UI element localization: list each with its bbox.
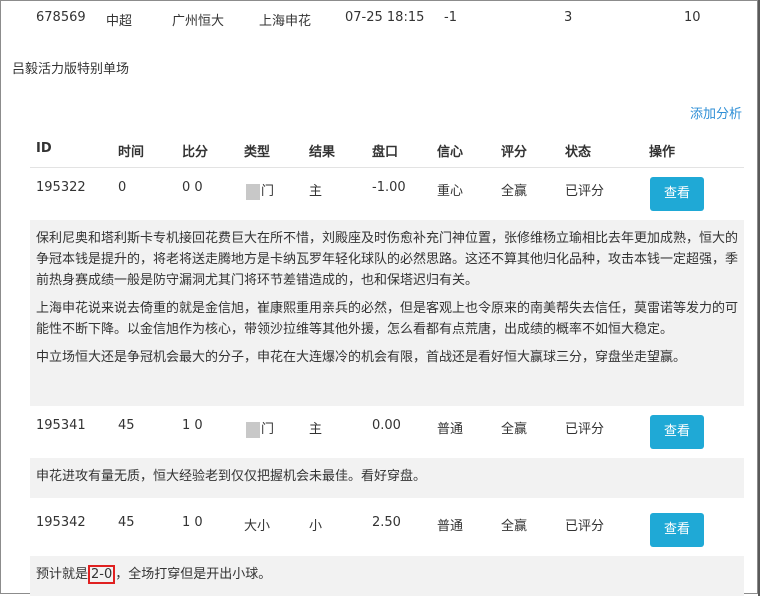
row-status: 已评分 bbox=[565, 184, 605, 199]
view-button[interactable]: 查看 bbox=[650, 513, 704, 547]
header-score: 比分 bbox=[182, 145, 209, 160]
header-type: 类型 bbox=[244, 145, 271, 160]
row-confidence: 普通 bbox=[437, 422, 464, 437]
page-title: 吕毅活力版特别单场 bbox=[12, 62, 130, 77]
row-type-text: 门 bbox=[261, 184, 275, 199]
analysis-panel: 申花进攻有量无质，恒大经验老到仅仅把握机会未最佳。看好穿盘。 bbox=[30, 458, 744, 498]
row-result: 主 bbox=[309, 422, 323, 437]
header-id: ID bbox=[36, 141, 52, 156]
view-button[interactable]: 查看 bbox=[650, 177, 704, 211]
analysis-paragraph: 申花进攻有量无质，恒大经验老到仅仅把握机会未最佳。看好穿盘。 bbox=[36, 469, 427, 484]
row-result: 小 bbox=[309, 519, 323, 534]
header-action: 操作 bbox=[649, 145, 676, 160]
masked-text-icon bbox=[246, 183, 260, 200]
row-confidence: 重心 bbox=[437, 184, 464, 199]
row-type: 门 bbox=[244, 180, 274, 200]
header-confidence: 信心 bbox=[437, 145, 464, 160]
masked-text-icon bbox=[246, 421, 260, 438]
add-analysis-link[interactable]: 添加分析 bbox=[690, 103, 742, 122]
row-id: 195341 bbox=[36, 418, 86, 433]
view-button[interactable]: 查看 bbox=[650, 415, 704, 449]
row-score: 1 0 bbox=[182, 515, 203, 530]
table-header: ID 时间 比分 类型 结果 盘口 信心 评分 状态 操作 bbox=[0, 141, 760, 160]
match-col-b: 10 bbox=[684, 10, 701, 25]
header-divider bbox=[30, 167, 744, 168]
analysis-paragraph: 上海申花说来说去倚重的就是金信旭，崔康熙重用亲兵的必然，但是客观上也令原来的南美… bbox=[36, 301, 739, 337]
row-handicap: -1.00 bbox=[372, 180, 406, 195]
row-rating: 全赢 bbox=[501, 519, 528, 534]
row-rating: 全赢 bbox=[501, 184, 528, 199]
analysis-suffix: ，全场打穿但是开出小球。 bbox=[115, 567, 272, 582]
row-score: 1 0 bbox=[182, 418, 203, 433]
analysis-panel: 保利尼奥和塔利斯卡专机接回花费巨大在所不惜，刘殿座及时伤愈补充门神位置，张修维杨… bbox=[30, 220, 744, 406]
row-status: 已评分 bbox=[565, 422, 605, 437]
row-type-text: 门 bbox=[261, 422, 275, 437]
row-confidence: 普通 bbox=[437, 519, 464, 534]
row-score: 0 0 bbox=[182, 180, 203, 195]
analysis-prefix: 预计就是 bbox=[36, 567, 89, 582]
analysis-paragraph: 预计就是 2-0 ，全场打穿但是开出小球。 bbox=[36, 564, 738, 585]
highlighted-score: 2-0 bbox=[88, 565, 116, 584]
row-time: 45 bbox=[118, 418, 135, 433]
match-handicap: -1 bbox=[444, 10, 457, 25]
row-result: 主 bbox=[309, 184, 323, 199]
row-rating: 全赢 bbox=[501, 422, 528, 437]
analysis-paragraph: 保利尼奥和塔利斯卡专机接回花费巨大在所不惜，刘殿座及时伤愈补充门神位置，张修维杨… bbox=[36, 231, 739, 288]
header-status: 状态 bbox=[565, 145, 592, 160]
row-id: 195342 bbox=[36, 515, 86, 530]
row-type: 门 bbox=[244, 418, 274, 438]
match-away-team: 上海申花 bbox=[259, 14, 312, 29]
header-result: 结果 bbox=[309, 145, 336, 160]
row-status: 已评分 bbox=[565, 519, 605, 534]
row-handicap: 2.50 bbox=[372, 515, 401, 530]
row-id: 195322 bbox=[36, 180, 86, 195]
row-time: 0 bbox=[118, 180, 127, 195]
header-time: 时间 bbox=[118, 145, 145, 160]
analysis-panel: 预计就是 2-0 ，全场打穿但是开出小球。 bbox=[30, 556, 744, 596]
match-time: 07-25 18:15 bbox=[345, 10, 425, 25]
match-id: 678569 bbox=[36, 10, 86, 25]
header-rating: 评分 bbox=[501, 145, 528, 160]
row-type: 大小 bbox=[244, 519, 271, 534]
match-home-team: 广州恒大 bbox=[172, 14, 225, 29]
row-handicap: 0.00 bbox=[372, 418, 401, 433]
match-col-a: 3 bbox=[564, 10, 573, 25]
header-handicap: 盘口 bbox=[372, 145, 399, 160]
analysis-paragraph: 中立场恒大还是争冠机会最大的分子，申花在大连爆冷的机会有限，首战还是看好恒大赢球… bbox=[36, 350, 687, 365]
match-league: 中超 bbox=[106, 14, 133, 29]
row-time: 45 bbox=[118, 515, 135, 530]
